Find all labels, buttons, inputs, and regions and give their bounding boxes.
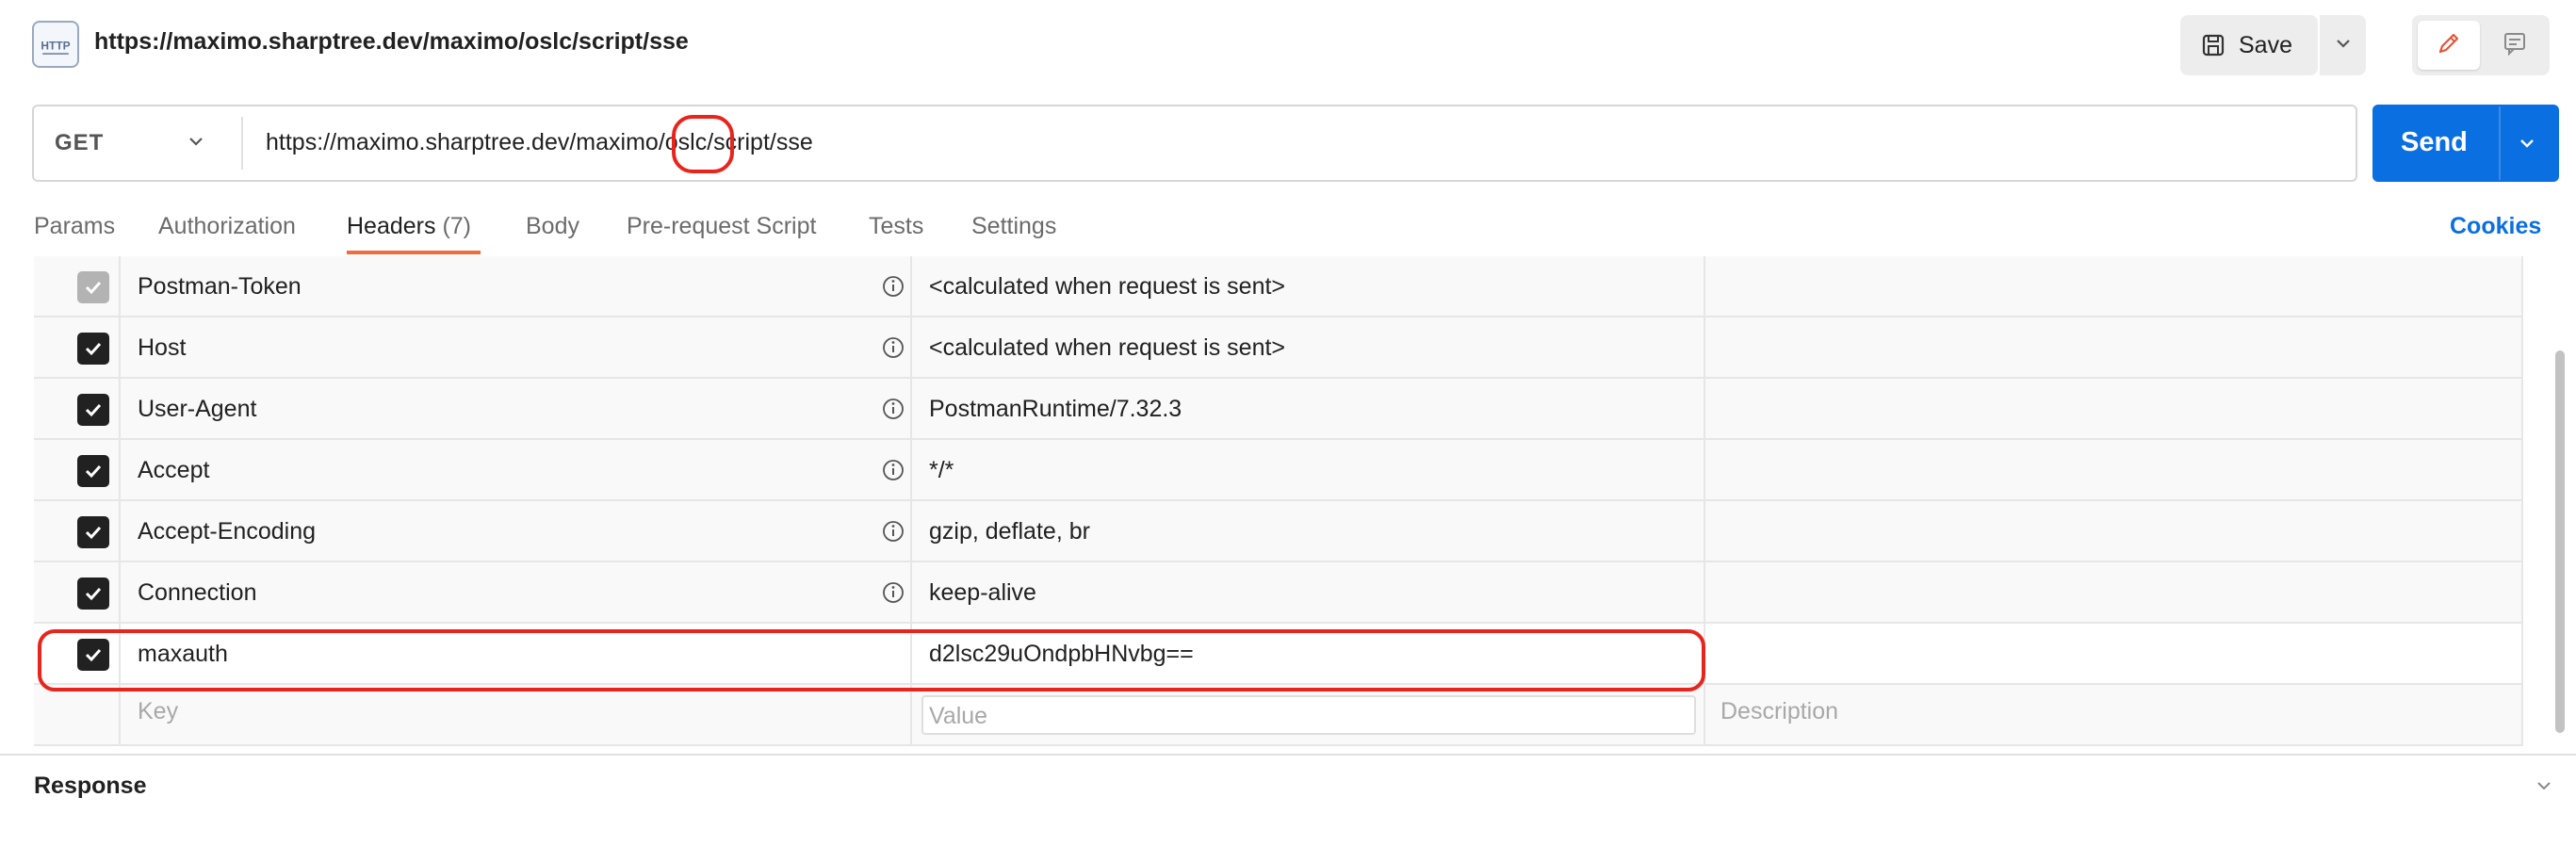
header-key[interactable]: Accept (138, 457, 209, 484)
save-options-button[interactable] (2320, 15, 2366, 75)
new-header-row: Key Value Description (34, 685, 2523, 746)
row-checkbox[interactable] (77, 578, 109, 610)
tab-headers[interactable]: Headers (7) (347, 213, 471, 240)
row-checkbox[interactable] (77, 271, 109, 303)
divider (2499, 106, 2501, 180)
active-tab-indicator (347, 251, 481, 254)
chevron-down-icon[interactable] (2533, 774, 2555, 797)
value-placeholder: Value (929, 703, 988, 729)
row-checkbox[interactable] (77, 394, 109, 426)
header-value[interactable]: keep-alive (929, 579, 1036, 607)
tab-body[interactable]: Body (526, 213, 579, 240)
header-key[interactable]: Host (138, 334, 186, 362)
header-value[interactable]: PostmanRuntime/7.32.3 (929, 396, 1182, 423)
tab-headers-label: Headers (347, 213, 436, 239)
pencil-icon (2436, 30, 2462, 61)
edit-mode-button[interactable] (2418, 21, 2480, 70)
row-checkbox[interactable] (77, 333, 109, 365)
key-input[interactable]: Key (138, 698, 178, 725)
header-key[interactable]: User-Agent (138, 396, 256, 423)
header-key[interactable]: Accept-Encoding (138, 518, 316, 545)
tab-params[interactable]: Params (34, 213, 115, 240)
http-icon: HTTP (32, 21, 79, 68)
value-input[interactable] (921, 695, 1696, 735)
table-row: Host <calculated when request is sent> (34, 317, 2523, 379)
cookies-link[interactable]: Cookies (2450, 213, 2541, 240)
table-row: Postman-Token <calculated when request i… (34, 256, 2523, 317)
method-select[interactable]: GET (55, 130, 104, 156)
info-icon[interactable] (881, 274, 905, 299)
header-value[interactable]: <calculated when request is sent> (929, 334, 1285, 362)
row-checkbox[interactable] (77, 455, 109, 487)
table-row: Accept-Encoding gzip, deflate, br (34, 501, 2523, 562)
comment-icon (2502, 30, 2528, 61)
header-value[interactable]: gzip, deflate, br (929, 518, 1090, 545)
tab-headers-count: (7) (442, 213, 472, 239)
info-icon[interactable] (881, 458, 905, 482)
info-icon[interactable] (881, 580, 905, 605)
description-input[interactable]: Description (1720, 698, 1838, 725)
tab-settings[interactable]: Settings (971, 213, 1056, 240)
comments-button[interactable] (2484, 21, 2546, 70)
chevron-down-icon[interactable] (2516, 132, 2538, 155)
header-value[interactable]: <calculated when request is sent> (929, 273, 1285, 301)
svg-text:HTTP: HTTP (41, 40, 70, 53)
tab-authorization[interactable]: Authorization (158, 213, 296, 240)
tab-pre-request-script[interactable]: Pre-request Script (627, 213, 816, 240)
info-icon[interactable] (881, 397, 905, 421)
annotation-highlight (38, 629, 1705, 691)
chevron-down-icon (2332, 32, 2355, 59)
scrollbar[interactable] (2555, 350, 2565, 733)
save-icon (2201, 33, 2225, 57)
chevron-down-icon[interactable] (185, 130, 207, 153)
response-panel-title[interactable]: Response (34, 773, 146, 800)
info-icon[interactable] (881, 335, 905, 360)
table-row: Accept */* (34, 440, 2523, 501)
info-icon[interactable] (881, 519, 905, 544)
header-key[interactable]: Connection (138, 579, 256, 607)
header-value[interactable]: */* (929, 457, 954, 484)
save-label: Save (2239, 31, 2292, 58)
row-checkbox[interactable] (77, 516, 109, 548)
request-title: https://maximo.sharptree.dev/maximo/oslc… (94, 28, 689, 55)
send-label[interactable]: Send (2401, 127, 2468, 158)
table-row: Connection keep-alive (34, 562, 2523, 624)
divider (0, 754, 2576, 756)
header-key[interactable]: Postman-Token (138, 273, 302, 301)
table-row: User-Agent PostmanRuntime/7.32.3 (34, 379, 2523, 440)
divider (241, 117, 243, 170)
annotation-circle (672, 115, 734, 173)
save-button[interactable]: Save (2180, 15, 2318, 75)
tab-tests[interactable]: Tests (869, 213, 923, 240)
